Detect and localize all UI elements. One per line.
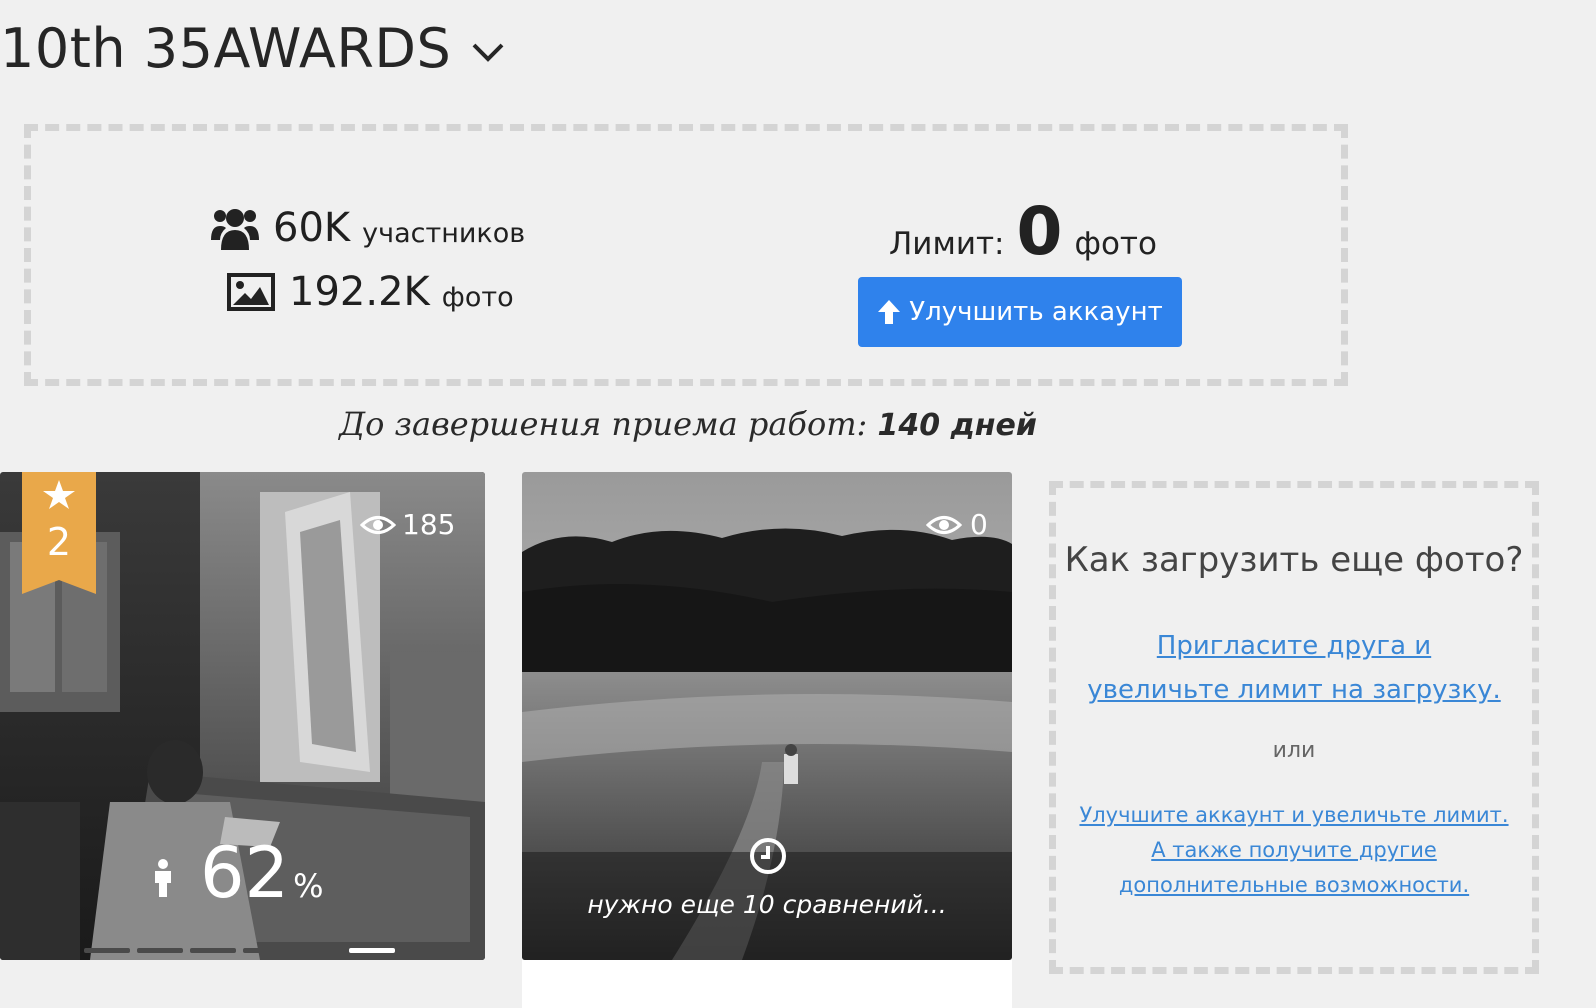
score-unit: % <box>293 867 324 905</box>
person-icon <box>155 859 171 897</box>
progress-step-active <box>349 948 395 953</box>
photos-unit: фото <box>441 281 514 313</box>
views-value: 185 <box>402 508 456 541</box>
upgrade-account-link[interactable]: Улучшите аккаунт и увеличьте лимит. А та… <box>1076 798 1512 903</box>
limit-unit: фото <box>1074 226 1157 262</box>
limit-value: 0 <box>1016 193 1063 270</box>
upload-limit: Лимит: 0 фото <box>889 193 1157 270</box>
upgrade-account-button[interactable]: Улучшить аккаунт <box>858 277 1182 347</box>
photo-thumbnail <box>522 472 1012 960</box>
deadline-label: До завершения приема работ: <box>339 405 868 443</box>
progress-step <box>84 948 130 953</box>
upgrade-button-label: Улучшить аккаунт <box>909 297 1163 327</box>
progress-step <box>296 948 342 953</box>
participants-unit: участников <box>362 217 526 249</box>
users-icon <box>211 209 259 250</box>
progress-step <box>243 948 289 953</box>
eye-icon <box>926 515 962 534</box>
view-count: 0 <box>926 508 988 541</box>
deadline-value: 140 дней <box>877 408 1037 443</box>
card-footer <box>522 960 1012 1008</box>
competition-selector[interactable]: 10th 35AWARDS <box>0 14 505 84</box>
progress-indicator <box>84 948 402 953</box>
view-count: 185 <box>360 508 455 541</box>
photo-card[interactable]: 0 нужно еще 10 сравнений... <box>522 472 1012 960</box>
photos-count: 192.2K <box>289 269 430 315</box>
stats-panel: 60K участников 192.2K фото Лимит: 0 фото… <box>24 124 1348 386</box>
rank-number: 2 <box>46 520 72 564</box>
progress-step <box>137 948 183 953</box>
upload-more-info: Как загрузить еще фото? Пригласите друга… <box>1049 481 1539 974</box>
photo-card[interactable]: 2 185 62 % <box>0 472 485 960</box>
info-title: Как загрузить еще фото? <box>1064 540 1524 580</box>
competition-title: 10th 35AWARDS <box>0 17 452 80</box>
participants-stat: 60K участников <box>211 205 525 251</box>
clock-icon <box>750 838 786 874</box>
score-value: 62 <box>200 832 290 914</box>
eye-icon <box>360 515 396 534</box>
views-value: 0 <box>970 508 988 541</box>
image-icon <box>227 273 275 311</box>
comparisons-needed: нужно еще 10 сравнений... <box>587 890 947 919</box>
participants-count: 60K <box>273 205 351 251</box>
photo-score: 62 % <box>150 832 323 914</box>
photos-stat: 192.2K фото <box>227 269 514 315</box>
limit-label: Лимит: <box>889 226 1005 262</box>
invite-friend-link[interactable]: Пригласите друга и увеличьте лимит на за… <box>1086 624 1502 712</box>
progress-step <box>190 948 236 953</box>
or-separator: или <box>1272 738 1316 763</box>
arrow-up-icon <box>878 300 901 324</box>
chevron-down-icon <box>472 43 504 62</box>
submission-deadline: До завершения приема работ: 140 дней <box>0 405 1376 443</box>
